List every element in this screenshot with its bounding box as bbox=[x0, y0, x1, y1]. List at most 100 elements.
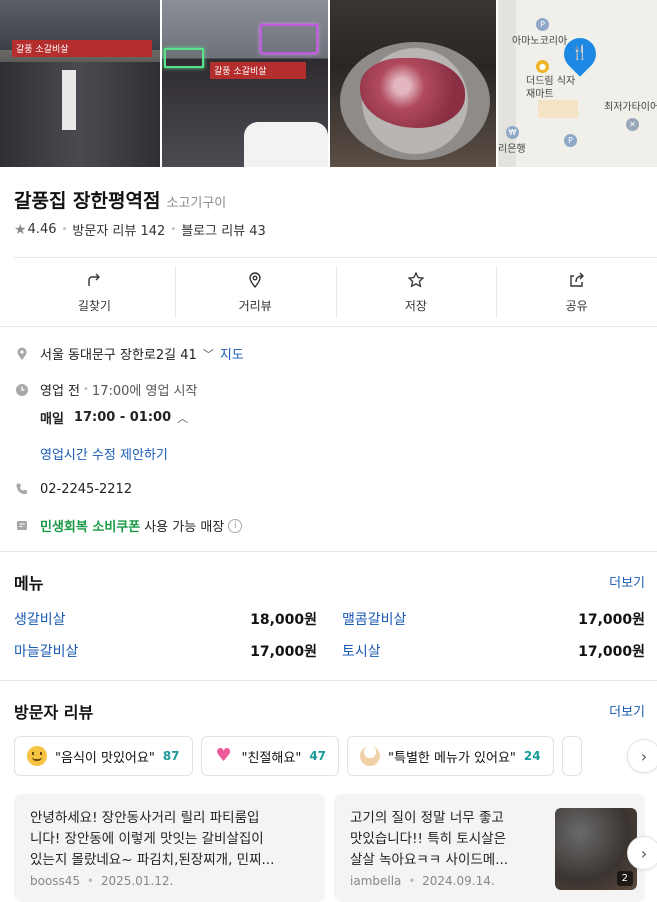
place-name: 갈풍집 장한평역점 bbox=[14, 190, 161, 212]
suggest-edit-row[interactable]: 영업시간 수정 제안하기 bbox=[40, 444, 168, 463]
keyword-count: 87 bbox=[162, 749, 180, 763]
map-link[interactable]: 지도 bbox=[220, 344, 244, 363]
keyword-count: 47 bbox=[309, 749, 327, 763]
map-label: 더드림 식자재마트 bbox=[526, 76, 576, 100]
star-icon bbox=[407, 270, 425, 288]
parking-icon: P bbox=[536, 18, 549, 31]
info-icon[interactable]: i bbox=[228, 518, 243, 533]
reviews-more-link[interactable]: 더보기 bbox=[609, 701, 645, 720]
coupon-icon bbox=[14, 518, 30, 534]
review-text-line: 있는지 몰랐네요~ 파김치,된장찌개, 민찌... bbox=[30, 852, 275, 868]
separator-dot: • bbox=[408, 874, 416, 888]
hours-time: 17:00 - 01:00 bbox=[73, 410, 172, 425]
menu-item-price: 18,000원 bbox=[250, 612, 317, 628]
food-photo[interactable] bbox=[330, 0, 496, 167]
coupon-name: 민생회복 소비쿠폰 bbox=[40, 520, 141, 535]
review-text-line: 살살 녹아요ㅋㅋ 사이드메... bbox=[350, 852, 509, 868]
review-meta: iambella • 2024.09.14. bbox=[350, 874, 495, 888]
action-bar: 길찾기 거리뷰 저장 공유 bbox=[14, 258, 657, 326]
review-text: 고기의 질이 정말 너무 좋고 맛있습니다!! 특히 토시살은 살살 녹아요ㅋㅋ… bbox=[350, 808, 508, 871]
place-category: 소고기구이 bbox=[166, 196, 227, 211]
menu-item[interactable]: 토시살 17,000원 bbox=[342, 641, 645, 661]
suggest-edit-link[interactable]: 영업시간 수정 제안하기 bbox=[40, 444, 168, 463]
keyword-chip-partial[interactable] bbox=[561, 736, 582, 776]
review-keywords: "음식이 맛있어요" 87 ♥ "친절해요" 47 "특별한 메뉴가 있어요" … bbox=[14, 736, 582, 776]
map-label: 최저가타이어 bbox=[604, 102, 657, 113]
phone-number[interactable]: 02-2245-2212 bbox=[40, 482, 132, 497]
store-sign: 갈풍 소갈비살 bbox=[210, 62, 306, 79]
review-text: 안녕하세요! 장안동사거리 릴리 파티룸입 니다! 장안동에 이렇게 맛잇는 갈… bbox=[30, 808, 274, 871]
hours-status: 영업 전 bbox=[40, 384, 81, 399]
share-icon bbox=[569, 272, 584, 287]
blog-review-count[interactable]: 블로그 리뷰 43 bbox=[181, 220, 266, 239]
review-photo[interactable]: 2 bbox=[555, 808, 637, 890]
hours-row[interactable]: 매일 17:00 - 01:00 ︿ bbox=[40, 408, 188, 427]
review-text-line: 고기의 질이 정말 너무 좋고 bbox=[350, 810, 504, 826]
storefront-photo-2[interactable]: 갈풍 소갈비살 bbox=[162, 0, 328, 167]
menu-item[interactable]: 생갈비살 18,000원 bbox=[14, 609, 317, 629]
menu-title: 메뉴 bbox=[14, 574, 44, 593]
section-divider bbox=[0, 680, 657, 681]
photo-strip[interactable]: 갈풍 소갈비살 갈풍 소갈비살 P 아마노코리아 ● 더드림 식자재마트 🍴 최… bbox=[0, 0, 657, 167]
clock-icon bbox=[14, 382, 30, 398]
separator-dot: • bbox=[61, 224, 68, 235]
section-divider bbox=[0, 551, 657, 552]
street-view-button[interactable]: 거리뷰 bbox=[174, 258, 336, 326]
rating-value: 4.46 bbox=[27, 222, 57, 237]
map-label: 리은행 bbox=[498, 144, 526, 155]
separator-dot: • bbox=[83, 384, 89, 395]
menu-item-price: 17,000원 bbox=[578, 612, 645, 628]
menu-item[interactable]: 마늘갈비살 17,000원 bbox=[14, 641, 317, 661]
keyword-chip[interactable]: "음식이 맛있어요" 87 bbox=[14, 736, 193, 776]
review-author: iambella bbox=[350, 874, 402, 888]
share-label: 공유 bbox=[565, 298, 588, 313]
tire-icon: ✕ bbox=[626, 118, 639, 131]
review-author: booss45 bbox=[30, 874, 81, 888]
keyword-label: "특별한 메뉴가 있어요" bbox=[388, 750, 516, 766]
menu-item-name: 토시살 bbox=[342, 644, 381, 660]
rating-star-icon: ★ bbox=[14, 221, 27, 238]
hours-status-detail: 17:00에 영업 시작 bbox=[91, 384, 198, 399]
location-pin-icon bbox=[249, 271, 261, 288]
chevron-up-icon[interactable]: ︿ bbox=[177, 410, 188, 426]
directions-icon bbox=[88, 273, 101, 286]
place-header: 갈풍집 장한평역점 소고기구이 bbox=[14, 186, 226, 213]
hours-day: 매일 bbox=[40, 412, 64, 427]
directions-button[interactable]: 길찾기 bbox=[14, 258, 175, 326]
keyword-label: "친절해요" bbox=[241, 750, 302, 766]
menu-item[interactable]: 맬콤갈비살 17,000원 bbox=[342, 609, 645, 629]
address-text: 서울 동대문구 장한로2길 41 bbox=[40, 348, 197, 363]
menu-item-name: 맬콤갈비살 bbox=[342, 612, 407, 628]
place-meta: ★ 4.46 • 방문자 리뷰 142 • 블로그 리뷰 43 bbox=[14, 220, 266, 240]
review-card[interactable]: 고기의 질이 정말 너무 좋고 맛있습니다!! 특히 토시살은 살살 녹아요ㅋㅋ… bbox=[334, 794, 645, 902]
store-sign: 갈풍 소갈비살 bbox=[12, 40, 152, 57]
chevron-right-icon[interactable]: › bbox=[627, 836, 657, 870]
map-thumbnail[interactable]: P 아마노코리아 ● 더드림 식자재마트 🍴 최저가타이어 ₩ 리은행 P ✕ bbox=[498, 0, 657, 167]
menu-item-name: 생갈비살 bbox=[14, 612, 66, 628]
review-meta: booss45 • 2025.01.12. bbox=[30, 874, 173, 888]
review-date: 2025.01.12. bbox=[100, 874, 174, 888]
visitor-review-count[interactable]: 방문자 리뷰 142 bbox=[72, 220, 165, 239]
address-row: 서울 동대문구 장한로2길 41 ﹀ 지도 bbox=[14, 344, 244, 363]
menu-more-link[interactable]: 더보기 bbox=[609, 572, 645, 591]
chevron-right-icon[interactable]: › bbox=[627, 739, 657, 773]
map-label: 아마노코리아 bbox=[512, 36, 568, 47]
review-date: 2024.09.14. bbox=[422, 874, 495, 888]
share-button[interactable]: 공유 bbox=[496, 258, 657, 326]
save-button[interactable]: 저장 bbox=[335, 258, 497, 326]
coupon-row: 민생회복 소비쿠폰 사용 가능 매장 i bbox=[14, 516, 243, 535]
keyword-label: "음식이 맛있어요" bbox=[55, 750, 155, 766]
menu-item-price: 17,000원 bbox=[578, 644, 645, 660]
hours-status-row: 영업 전 • 17:00에 영업 시작 bbox=[14, 380, 197, 399]
review-text-line: 안녕하세요! 장안동사거리 릴리 파티룸입 bbox=[30, 810, 260, 826]
keyword-chip[interactable]: ♥ "친절해요" 47 bbox=[200, 736, 340, 776]
phone-icon bbox=[14, 481, 30, 497]
menu-item-name: 마늘갈비살 bbox=[14, 644, 79, 660]
review-card[interactable]: 안녕하세요! 장안동사거리 릴리 파티룸입 니다! 장안동에 이렇게 맛잇는 갈… bbox=[14, 794, 325, 902]
review-text-line: 니다! 장안동에 이렇게 맛잇는 갈비살집이 bbox=[30, 831, 264, 847]
storefront-photo-1[interactable]: 갈풍 소갈비살 bbox=[0, 0, 160, 167]
keyword-chip[interactable]: "특별한 메뉴가 있어요" 24 bbox=[347, 736, 554, 776]
bank-icon: ₩ bbox=[506, 126, 519, 139]
heart-emoji-icon: ♥ bbox=[215, 745, 232, 766]
chevron-down-icon[interactable]: ﹀ bbox=[203, 346, 214, 362]
